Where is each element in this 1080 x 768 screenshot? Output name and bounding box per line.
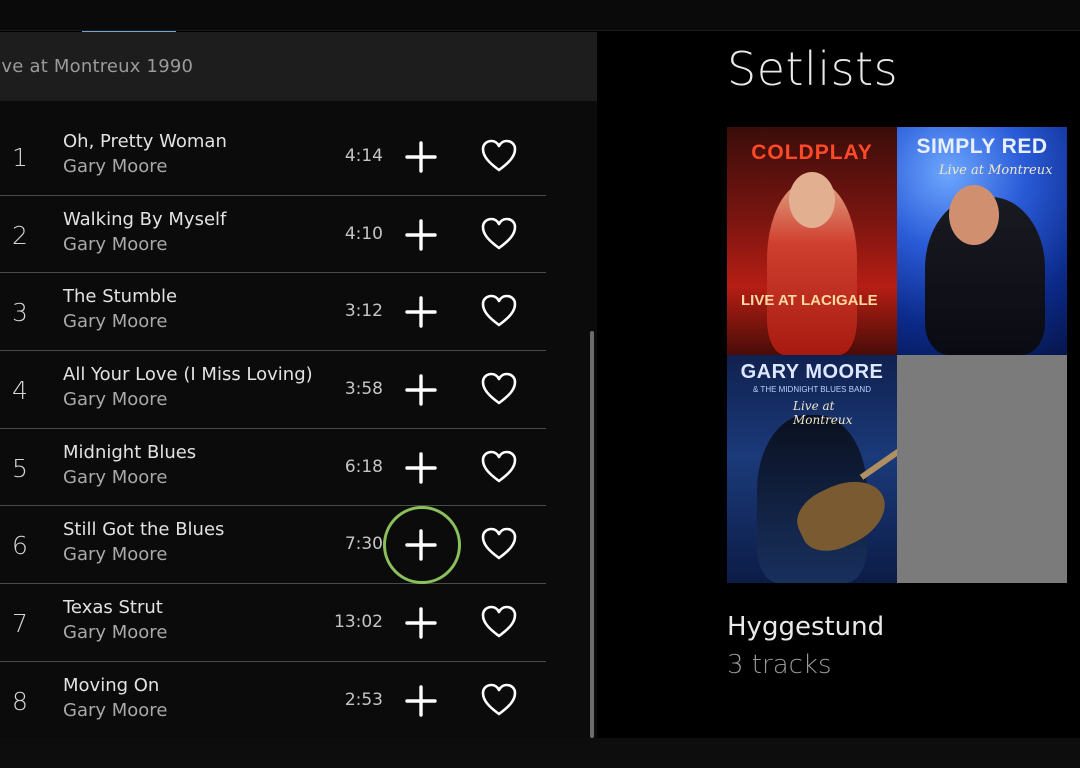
track-title: Midnight Blues xyxy=(63,441,197,463)
simply-red-cover-art: SIMPLY RED Live at Montreux xyxy=(897,127,1067,355)
gary-moore-cover-art: GARY MOORE & THE MIDNIGHT BLUES BAND Liv… xyxy=(727,355,897,583)
track-number: 1 xyxy=(12,143,28,172)
track-number: 3 xyxy=(12,298,28,328)
empty-cover-slot xyxy=(897,355,1067,583)
heart-icon xyxy=(480,449,518,485)
add-to-setlist-button[interactable] xyxy=(403,683,439,719)
setlists-heading: Setlists xyxy=(727,42,899,96)
track-duration: 2:53 xyxy=(344,689,383,710)
favorite-button[interactable] xyxy=(480,682,518,718)
favorite-button[interactable] xyxy=(480,449,518,485)
add-to-setlist-button[interactable] xyxy=(403,450,439,486)
add-to-setlist-button[interactable] xyxy=(403,527,439,563)
heart-icon xyxy=(480,293,518,329)
guitar-neck xyxy=(859,446,897,480)
cover-title: COLDPLAY xyxy=(751,141,873,164)
plus-icon xyxy=(403,294,439,330)
album-tracklist-panel: Live at Montreux 1990 1 Oh, Pretty Woman G… xyxy=(0,32,597,740)
track-duration: 4:14 xyxy=(344,146,383,166)
heart-icon xyxy=(480,604,518,640)
plus-icon xyxy=(403,527,439,563)
plus-icon xyxy=(403,450,439,486)
plus-icon xyxy=(403,372,439,408)
track-duration: 7:30 xyxy=(344,534,383,555)
heart-icon xyxy=(480,682,518,718)
track-artist: Gary Moore xyxy=(63,622,168,644)
cover-subtitle: & THE MIDNIGHT BLUES BAND xyxy=(753,385,871,394)
track-artist: Gary Moore xyxy=(63,233,168,255)
album-header: Live at Montreux 1990 xyxy=(0,32,597,101)
track-title: The Stumble xyxy=(63,286,178,308)
track-duration: 13:02 xyxy=(334,612,383,633)
favorite-button[interactable] xyxy=(480,604,518,640)
add-to-setlist-button[interactable] xyxy=(403,372,439,408)
setlists-panel: Setlists COLDPLAY LIVE AT LACIGALE SIMPL… xyxy=(597,32,1080,738)
plus-icon xyxy=(403,217,439,253)
track-artist: Gary Moore xyxy=(63,466,168,488)
heart-icon xyxy=(480,138,518,174)
add-to-setlist-button[interactable] xyxy=(403,605,439,641)
track-row[interactable]: 1 Oh, Pretty Woman Gary Moore 4:14 xyxy=(0,118,546,196)
bottom-bar xyxy=(0,738,1080,768)
track-artist: Gary Moore xyxy=(63,389,168,411)
favorite-button[interactable] xyxy=(480,526,518,562)
track-number: 7 xyxy=(12,609,28,639)
performer-head xyxy=(949,185,999,245)
track-list: 1 Oh, Pretty Woman Gary Moore 4:14 2 Walking … xyxy=(0,118,546,740)
track-row[interactable]: 6 Still Got the Blues Gary Moore 7:30 xyxy=(0,506,546,585)
add-to-setlist-button[interactable] xyxy=(403,217,439,253)
heart-icon xyxy=(480,216,518,252)
track-duration: 4:10 xyxy=(344,223,383,244)
performer-head xyxy=(789,172,835,228)
album-title: Live at Montreux 1990 xyxy=(0,56,194,77)
setlist-track-count: 3 tracks xyxy=(727,650,832,680)
add-to-setlist-button[interactable] xyxy=(403,139,439,175)
scrollbar[interactable] xyxy=(590,331,594,738)
track-duration: 6:18 xyxy=(344,456,383,477)
track-row[interactable]: 8 Moving On Gary Moore 2:53 xyxy=(0,662,546,740)
track-artist: Gary Moore xyxy=(63,311,168,333)
track-row[interactable]: 7 Texas Strut Gary Moore 13:02 xyxy=(0,584,546,662)
track-title: Still Got the Blues xyxy=(63,519,225,541)
track-duration: 3:12 xyxy=(344,301,383,322)
track-title: Texas Strut xyxy=(63,597,163,619)
favorite-button[interactable] xyxy=(480,216,518,252)
favorite-button[interactable] xyxy=(480,293,518,329)
track-title: All Your Love (I Miss Loving) xyxy=(63,364,313,386)
track-row[interactable]: 5 Midnight Blues Gary Moore 6:18 xyxy=(0,429,546,507)
track-number: 8 xyxy=(12,686,28,716)
cover-title: SIMPLY RED xyxy=(916,135,1048,158)
track-number: 6 xyxy=(12,531,28,561)
top-bar xyxy=(0,0,1080,31)
setlist-cover-collage[interactable]: COLDPLAY LIVE AT LACIGALE SIMPLY RED Liv… xyxy=(727,127,1067,583)
track-number: 4 xyxy=(12,376,28,406)
plus-icon xyxy=(403,605,439,641)
track-number: 5 xyxy=(12,453,28,483)
setlist-name[interactable]: Hyggestund xyxy=(727,612,884,642)
coldplay-cover-art: COLDPLAY LIVE AT LACIGALE xyxy=(727,127,897,355)
cover-subtitle: LIVE AT LACIGALE xyxy=(741,292,878,309)
heart-icon xyxy=(480,526,518,562)
track-artist: Gary Moore xyxy=(63,699,168,721)
track-row[interactable]: 4 All Your Love (I Miss Loving) Gary Moore… xyxy=(0,351,546,429)
track-title: Oh, Pretty Woman xyxy=(63,131,227,152)
track-artist: Gary Moore xyxy=(63,544,168,566)
cover-subtitle: Live at Montreux xyxy=(939,163,1053,178)
track-title: Moving On xyxy=(63,674,160,696)
cover-subtitle-2: Live at Montreux xyxy=(793,399,853,427)
track-row[interactable]: 3 The Stumble Gary Moore 3:12 xyxy=(0,273,546,352)
add-to-setlist-button[interactable] xyxy=(403,294,439,330)
plus-icon xyxy=(403,139,439,175)
heart-icon xyxy=(480,371,518,407)
track-duration: 3:58 xyxy=(344,379,383,400)
plus-icon xyxy=(403,683,439,719)
favorite-button[interactable] xyxy=(480,371,518,407)
track-row[interactable]: 2 Walking By Myself Gary Moore 4:10 xyxy=(0,196,546,274)
track-artist: Gary Moore xyxy=(63,156,168,177)
favorite-button[interactable] xyxy=(480,138,518,174)
cover-title: GARY MOORE xyxy=(740,361,884,383)
track-number: 2 xyxy=(12,220,28,250)
track-title: Walking By Myself xyxy=(63,208,227,230)
